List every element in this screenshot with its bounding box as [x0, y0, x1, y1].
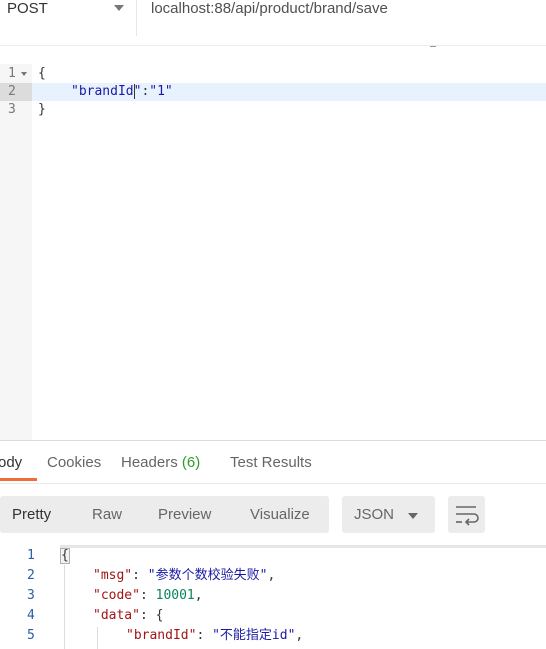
json-brace: {	[155, 608, 164, 623]
json-value: 10001	[155, 588, 195, 603]
chevron-down-icon	[408, 513, 418, 519]
line-number: 1	[8, 66, 16, 81]
json-key: "code"	[93, 588, 140, 603]
code-line: {	[38, 65, 46, 83]
gutter-line: 1	[0, 65, 32, 83]
view-visualize-button[interactable]: Visualize	[250, 506, 310, 524]
divider-mark	[430, 46, 436, 47]
line-number: 4	[27, 608, 35, 623]
line-number: 3	[8, 102, 16, 117]
brace: {	[38, 66, 46, 81]
view-raw-button[interactable]: Raw	[92, 506, 122, 524]
json-value: "参数个数校验失败"	[147, 568, 268, 583]
gutter-line: 3	[0, 101, 32, 119]
json-colon: :	[196, 628, 213, 643]
code-line: "brandId":"1"	[71, 83, 173, 101]
json-colon: :	[139, 588, 156, 603]
line-number: 2	[8, 84, 16, 99]
active-tab-indicator	[0, 478, 37, 481]
tab-body[interactable]: ody	[0, 454, 22, 472]
view-mode-segment: Pretty Raw Preview Visualize	[0, 496, 329, 533]
json-value: "1"	[149, 84, 173, 99]
url-input[interactable]: localhost:88/api/product/brand/save	[151, 0, 388, 18]
tab-headers[interactable]: Headers (6)	[121, 454, 200, 472]
method-label: POST	[7, 0, 48, 17]
format-label: JSON	[354, 506, 395, 523]
method-select[interactable]: POST	[0, 0, 137, 36]
code-line: "brandId": "不能指定id",	[126, 627, 303, 645]
indent-guide	[64, 565, 65, 649]
response-tabs: ody Cookies Headers (6) Test Results	[0, 441, 546, 484]
brace: }	[38, 102, 46, 117]
json-key: "msg"	[93, 568, 133, 583]
json-comma: ,	[194, 588, 203, 603]
wrap-lines-button[interactable]	[448, 496, 485, 533]
request-url-bar: POST localhost:88/api/product/brand/save	[0, 0, 546, 36]
editor-gutter	[0, 64, 32, 441]
view-preview-button[interactable]: Preview	[158, 506, 211, 524]
code-line: }	[38, 101, 46, 119]
request-body-editor[interactable]: 1 2 3 { "brandId":"1" }	[0, 64, 546, 441]
code-line: "data": {	[93, 607, 163, 625]
tab-headers-label: Headers	[121, 454, 178, 471]
line-number: 5	[27, 628, 35, 643]
code-line: {	[60, 547, 70, 565]
line-number: 3	[27, 588, 35, 603]
tab-test-results[interactable]: Test Results	[230, 454, 312, 472]
code-line: "code": 10001,	[93, 587, 203, 605]
line-number: 2	[27, 568, 35, 583]
chevron-down-icon	[114, 5, 124, 11]
gutter-line: 2	[0, 83, 32, 101]
json-key: "data"	[93, 608, 140, 623]
json-comma: ,	[267, 568, 276, 583]
format-select[interactable]: JSON	[342, 496, 435, 533]
line-number: 1	[27, 548, 35, 563]
json-value: "不能指定id"	[212, 628, 296, 643]
tab-cookies[interactable]: Cookies	[47, 454, 101, 472]
view-pretty-button[interactable]: Pretty	[12, 506, 51, 524]
json-colon: :	[132, 568, 148, 583]
indent-guide	[97, 627, 98, 649]
divider	[0, 45, 546, 46]
matched-bracket: {	[60, 548, 70, 564]
json-key: "brandId	[71, 84, 134, 99]
json-key: "brandId"	[126, 628, 197, 643]
code-line: "msg": "参数个数校验失败",	[93, 567, 275, 585]
wrap-lines-icon	[456, 506, 479, 526]
json-colon: :	[139, 608, 156, 623]
response-top-bar	[60, 545, 546, 548]
response-body[interactable]: 1 2 3 4 5 { "msg": "参数个数校验失败", "code": 1…	[0, 545, 546, 649]
fold-icon[interactable]	[21, 72, 27, 76]
headers-count-badge: (6)	[181, 454, 201, 471]
json-comma: ,	[295, 628, 304, 643]
